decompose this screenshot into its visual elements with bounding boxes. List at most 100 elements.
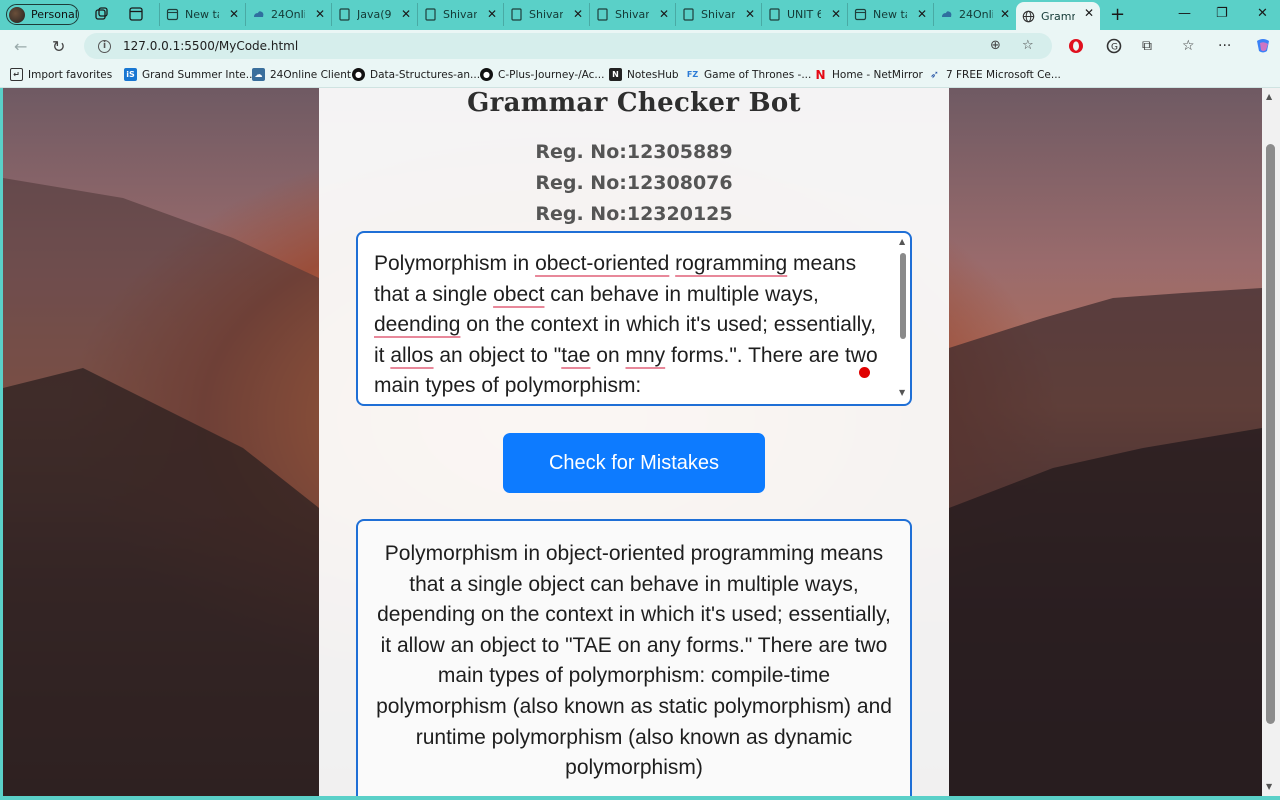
- close-icon[interactable]: ✕: [917, 7, 927, 21]
- github-icon: ●: [352, 68, 365, 81]
- doc-icon: [511, 8, 522, 21]
- close-icon[interactable]: ✕: [745, 7, 755, 21]
- more-menu-icon[interactable]: ···: [1218, 38, 1231, 54]
- tab-shivansh-4[interactable]: Shivansh ✕: [675, 3, 761, 26]
- page-icon: [166, 8, 179, 21]
- fz-logo-icon: FZ: [686, 70, 699, 79]
- check-mistakes-button[interactable]: Check for Mistakes: [503, 433, 765, 493]
- misspelled-word[interactable]: mny: [625, 344, 665, 367]
- textarea-scrollbar[interactable]: ▲ ▼: [898, 237, 908, 400]
- input-text: Polymorphism in obect-oriented rogrammin…: [374, 249, 890, 402]
- favorites-list-icon[interactable]: ☆: [1182, 38, 1195, 54]
- close-icon[interactable]: ✕: [1084, 6, 1094, 20]
- back-arrow-icon[interactable]: ←: [14, 37, 27, 56]
- workspaces-icon[interactable]: [93, 6, 109, 22]
- avatar: [9, 6, 25, 23]
- close-icon[interactable]: ✕: [315, 7, 325, 21]
- page-scrollbar[interactable]: ▲ ▼: [1262, 88, 1280, 796]
- input-text-segment: an object to ": [433, 343, 562, 367]
- favorite-star-icon[interactable]: ☆: [1022, 38, 1034, 53]
- tab-new-tab-2[interactable]: New tab ✕: [847, 3, 933, 26]
- tab-unit6[interactable]: UNIT 6 ✕: [761, 3, 847, 26]
- fav-c-plus-journey[interactable]: ● C-Plus-Journey-/Ac...: [480, 68, 604, 81]
- fav-grand-summer[interactable]: iS Grand Summer Inte...: [124, 68, 256, 81]
- close-icon[interactable]: ✕: [831, 7, 841, 21]
- tab-shivansh-2[interactable]: Shivansh ✕: [503, 3, 589, 26]
- close-icon[interactable]: ✕: [659, 7, 669, 21]
- tab-grammar-active[interactable]: Grammar ✕: [1016, 2, 1100, 30]
- netflix-n-icon: N: [815, 67, 826, 82]
- github-icon: ●: [480, 68, 493, 81]
- tab-actions-icon[interactable]: [128, 6, 144, 22]
- tab-24online-1[interactable]: 24Online ✕: [245, 3, 331, 26]
- zoom-icon[interactable]: ⊕: [990, 38, 1001, 53]
- scroll-down-icon[interactable]: ▼: [899, 388, 905, 397]
- reg-number-2: Reg. No:12308076: [535, 172, 733, 194]
- cloud-icon: [254, 11, 264, 17]
- new-tab-plus-icon[interactable]: +: [1110, 4, 1125, 25]
- copilot-icon[interactable]: [1254, 38, 1272, 58]
- close-icon[interactable]: ✕: [1000, 7, 1010, 21]
- fav-import[interactable]: ↵ Import favorites: [10, 68, 112, 81]
- cloud-icon: [942, 11, 952, 17]
- fav-noteshub[interactable]: N NotesHub: [609, 68, 679, 81]
- noteshub-logo-icon: N: [609, 68, 622, 81]
- tab-bar: Personal New tab ✕ 24Online ✕ Java(9.6 ✕…: [0, 0, 1280, 30]
- cloud-icon: ☁: [252, 68, 265, 81]
- scroll-up-icon[interactable]: ▲: [899, 237, 905, 246]
- page-scroll-up-icon[interactable]: ▲: [1266, 92, 1272, 101]
- doc-icon: [769, 8, 780, 21]
- page-viewport: Grammar Checker Bot Reg. No:12305889 Reg…: [3, 88, 1262, 796]
- fav-microsoft-certs[interactable]: ➶ 7 FREE Microsoft Ce...: [928, 68, 1061, 81]
- input-text-segment: Polymorphism in: [374, 252, 536, 275]
- site-info-icon[interactable]: i: [98, 39, 111, 53]
- opera-extension-icon[interactable]: [1068, 38, 1084, 58]
- misspelled-word[interactable]: allos: [390, 344, 433, 367]
- doc-icon: [683, 8, 694, 21]
- misspelled-word[interactable]: obect-oriented: [535, 252, 669, 275]
- tab-shivansh-3[interactable]: Shivansh ✕: [589, 3, 675, 26]
- scroll-thumb[interactable]: [900, 253, 906, 339]
- svg-text:G: G: [1111, 43, 1118, 53]
- globe-icon: [1022, 10, 1035, 22]
- input-textarea[interactable]: Polymorphism in obect-oriented rogrammin…: [356, 231, 912, 406]
- minimize-icon[interactable]: —: [1178, 6, 1191, 21]
- tab-24online-2[interactable]: 24Online ✕: [933, 3, 1016, 26]
- is-logo-icon: iS: [124, 68, 137, 81]
- misspelled-word[interactable]: deending: [374, 313, 460, 336]
- doc-icon: [425, 8, 436, 21]
- tab-shivansh-1[interactable]: Shivansh ✕: [417, 3, 503, 26]
- misspelled-word[interactable]: obect: [493, 283, 544, 306]
- fav-game-of-thrones[interactable]: FZ Game of Thrones -...: [686, 68, 812, 81]
- tab-new-tab-1[interactable]: New tab ✕: [159, 3, 245, 26]
- misspelled-word[interactable]: tae: [561, 344, 590, 367]
- tab-java[interactable]: Java(9.6 ✕: [331, 3, 417, 26]
- close-icon[interactable]: ✕: [401, 7, 411, 21]
- reg-number-3: Reg. No:12320125: [535, 203, 733, 225]
- close-icon[interactable]: ✕: [229, 7, 239, 21]
- close-icon[interactable]: ✕: [573, 7, 583, 21]
- fav-24online[interactable]: ☁ 24Online Client: [252, 68, 351, 81]
- grammarly-extension-icon[interactable]: G: [1106, 38, 1122, 58]
- grammar-card: Grammar Checker Bot Reg. No:12305889 Reg…: [319, 88, 949, 796]
- reload-icon[interactable]: ↻: [52, 37, 65, 56]
- rocket-icon: ➶: [929, 68, 940, 81]
- window-close-icon[interactable]: ✕: [1257, 6, 1268, 21]
- fav-data-structures[interactable]: ● Data-Structures-an...: [352, 68, 480, 81]
- doc-icon: [597, 8, 608, 21]
- url-field[interactable]: i 127.0.0.1:5500/MyCode.html ⊕ ☆: [84, 33, 1052, 59]
- close-icon[interactable]: ✕: [487, 7, 497, 21]
- misspelled-word[interactable]: rogramming: [675, 252, 787, 275]
- reg-number-1: Reg. No:12305889: [535, 141, 733, 163]
- url-text: 127.0.0.1:5500/MyCode.html: [123, 39, 299, 53]
- maximize-icon[interactable]: ❐: [1216, 6, 1228, 21]
- profile-button[interactable]: Personal: [6, 4, 79, 25]
- extensions-puzzle-icon[interactable]: ⧉: [1142, 38, 1152, 54]
- page-icon: [854, 8, 867, 21]
- address-toolbar: ← ↻ i 127.0.0.1:5500/MyCode.html ⊕ ☆ G ⧉…: [0, 30, 1280, 62]
- page-scroll-down-icon[interactable]: ▼: [1266, 782, 1272, 791]
- fav-netmirror[interactable]: N Home - NetMirror: [814, 67, 922, 82]
- output-panel: Polymorphism in object-oriented programm…: [356, 519, 912, 796]
- page-title: Grammar Checker Bot: [467, 88, 801, 118]
- page-scroll-thumb[interactable]: [1266, 144, 1275, 724]
